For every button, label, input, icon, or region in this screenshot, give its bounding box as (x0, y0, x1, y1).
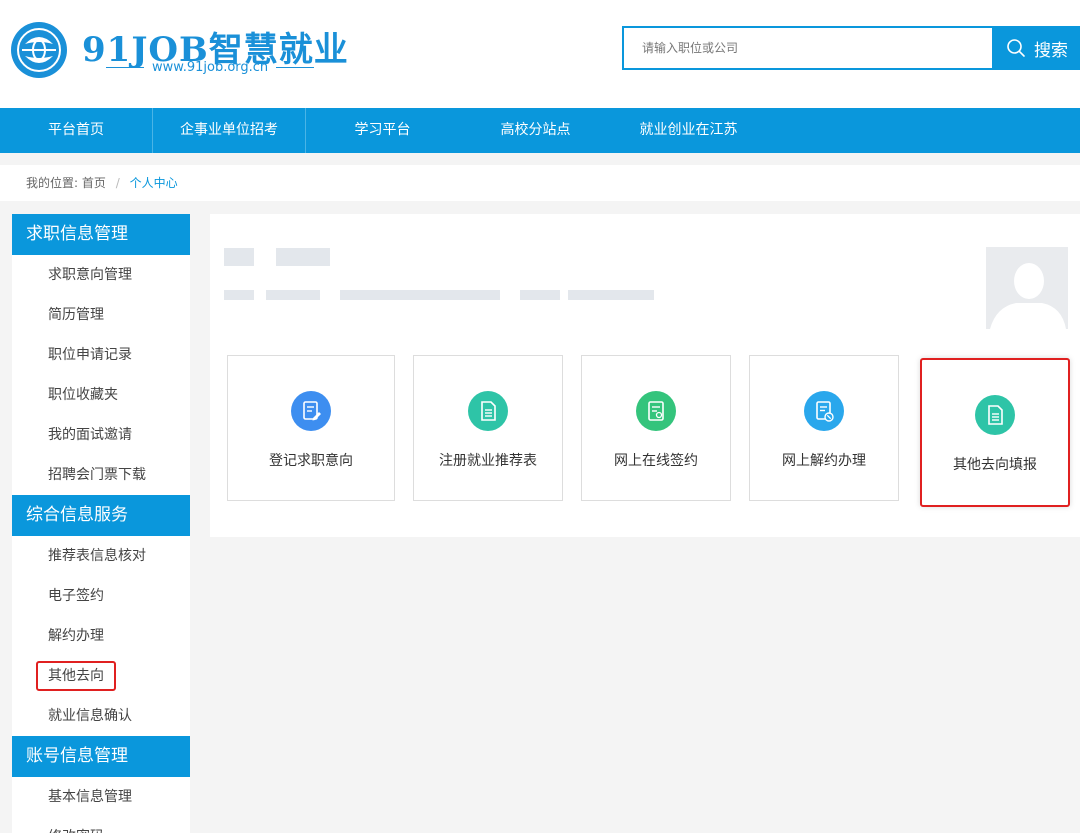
card-register-intention[interactable]: 登记求职意向 (227, 355, 395, 501)
sidebar-item-other-destination[interactable]: 其他去向 (12, 656, 190, 696)
breadcrumb-home-link[interactable]: 首页 (82, 176, 106, 190)
breadcrumb-separator: / (115, 176, 120, 190)
user-info-blurred (568, 290, 654, 300)
sidebar-item-change-password[interactable]: 修改密码 (12, 817, 190, 833)
search-button-label: 搜索 (1034, 40, 1068, 61)
user-info-blurred (520, 290, 560, 300)
card-label: 网上在线签约 (614, 453, 698, 469)
header: 91JOB智慧就业 www.91job.org.cn 搜索 (0, 0, 1080, 108)
card-online-sign[interactable]: 网上在线签约 (581, 355, 731, 501)
logo-url: www.91job.org.cn (98, 60, 322, 75)
card-other-destination[interactable]: 其他去向填报 (920, 358, 1070, 507)
card-label: 网上解约办理 (782, 453, 866, 469)
sidebar-item-employment-confirm[interactable]: 就业信息确认 (12, 696, 190, 736)
sidebar-item-job-intention[interactable]: 求职意向管理 (12, 255, 190, 295)
nav-item-learning[interactable]: 学习平台 (306, 108, 459, 153)
sidebar-item-termination[interactable]: 解约办理 (12, 616, 190, 656)
nav-item-jiangsu[interactable]: 就业创业在江苏 (612, 108, 765, 153)
search-input[interactable] (624, 28, 992, 68)
user-info-blurred (266, 290, 320, 300)
user-info-blurred (224, 290, 254, 300)
sidebar-item-recommendation-check[interactable]: 推荐表信息核对 (12, 536, 190, 576)
user-info-blurred (340, 290, 500, 300)
document-icon (468, 391, 508, 431)
sidebar-section-title: 综合信息服务 (12, 495, 190, 536)
search-button[interactable]: 搜索 (992, 26, 1080, 70)
card-label: 登记求职意向 (269, 453, 353, 469)
search-box: 搜索 (622, 26, 1080, 70)
sidebar-section-title: 求职信息管理 (12, 214, 190, 255)
nav-item-exams[interactable]: 企事业单位招考 (153, 108, 306, 153)
search-icon (1007, 39, 1025, 57)
sidebar-item-favorites[interactable]: 职位收藏夹 (12, 375, 190, 415)
card-label: 其他去向填报 (953, 457, 1037, 473)
card-online-termination[interactable]: 网上解约办理 (749, 355, 899, 501)
main-nav: 平台首页 企事业单位招考 学习平台 高校分站点 就业创业在江苏 (0, 108, 1080, 153)
user-name-blurred (224, 248, 254, 266)
cancel-contract-icon (804, 391, 844, 431)
contract-sign-icon (636, 391, 676, 431)
breadcrumb: 我的位置: 首页 / 个人中心 (0, 165, 1080, 201)
breadcrumb-current: 个人中心 (129, 176, 178, 190)
user-placeholder-icon (990, 263, 1066, 329)
card-register-recommendation[interactable]: 注册就业推荐表 (413, 355, 563, 501)
card-label: 注册就业推荐表 (439, 453, 537, 469)
main-panel: 登记求职意向 注册就业推荐表 网上在线签约 网上解约办理 其他去向填报 (210, 214, 1080, 537)
sidebar-item-e-sign[interactable]: 电子签约 (12, 576, 190, 616)
avatar[interactable] (986, 247, 1068, 329)
logo-emblem-icon (11, 22, 67, 78)
sidebar-item-basic-info[interactable]: 基本信息管理 (12, 777, 190, 817)
site-logo[interactable]: 91JOB智慧就业 www.91job.org.cn (8, 20, 348, 80)
edit-form-icon (291, 391, 331, 431)
sidebar-section-title: 账号信息管理 (12, 736, 190, 777)
sidebar: 求职信息管理 求职意向管理 简历管理 职位申请记录 职位收藏夹 我的面试邀请 招… (12, 214, 190, 833)
breadcrumb-prefix: 我的位置: (26, 176, 79, 190)
user-name-blurred (276, 248, 330, 266)
sidebar-item-resume[interactable]: 简历管理 (12, 295, 190, 335)
nav-item-branches[interactable]: 高校分站点 (459, 108, 612, 153)
document-icon (975, 395, 1015, 435)
sidebar-item-interviews[interactable]: 我的面试邀请 (12, 415, 190, 455)
nav-item-home[interactable]: 平台首页 (0, 108, 153, 153)
sidebar-item-applications[interactable]: 职位申请记录 (12, 335, 190, 375)
sidebar-item-label: 其他去向 (36, 661, 116, 691)
sidebar-item-fair-tickets[interactable]: 招聘会门票下载 (12, 455, 190, 495)
